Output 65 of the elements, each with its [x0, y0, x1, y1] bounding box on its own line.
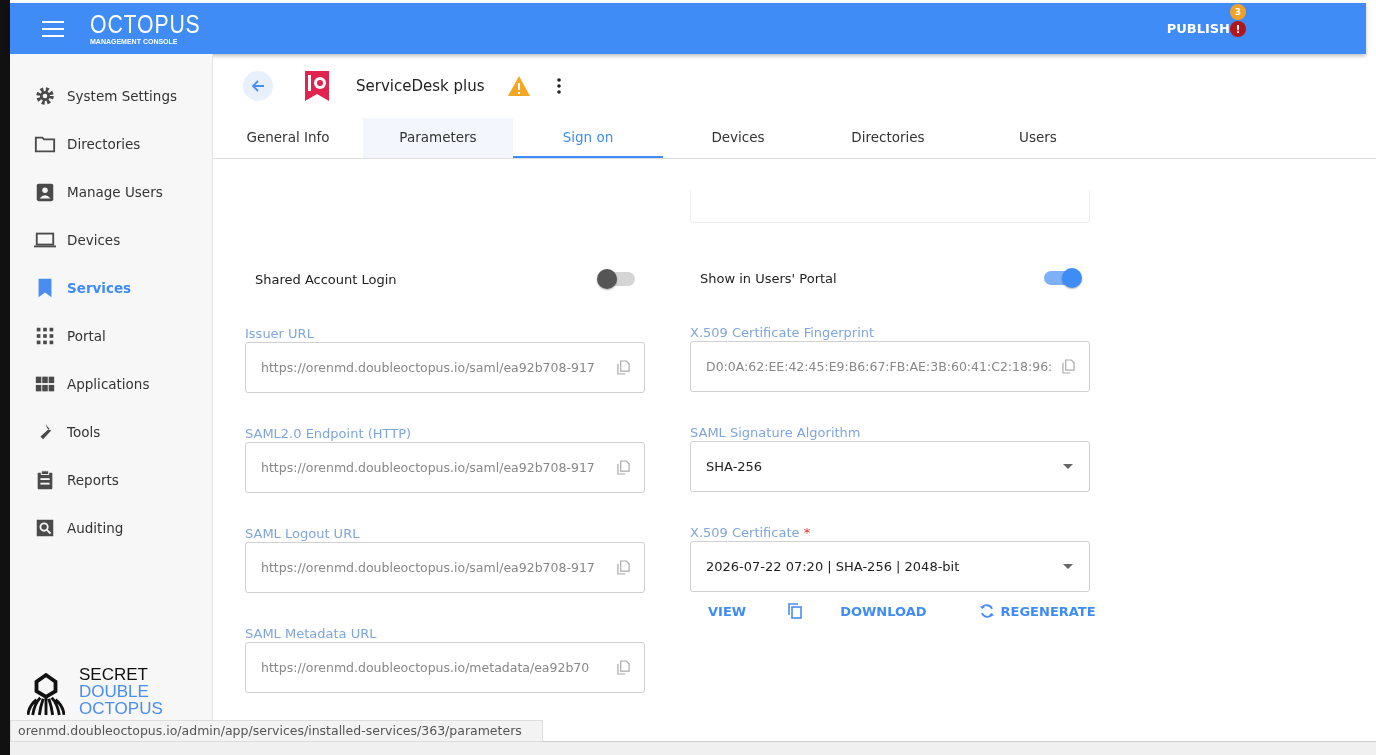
status-url: orenmd.doubleoctopus.io/admin/app/services/installed-services/363/parameters	[10, 720, 543, 742]
tab[interactable]: Users	[963, 118, 1113, 158]
menu-icon[interactable]	[42, 20, 64, 37]
copy-icon[interactable]	[617, 560, 630, 575]
count-badge: 3	[1230, 4, 1246, 20]
sidebar-item[interactable]: Applications	[10, 360, 212, 408]
sidebar-item[interactable]: Auditing	[10, 504, 212, 552]
brand-text-line: DOUBLE	[79, 683, 150, 700]
tab[interactable]: Parameters	[363, 118, 513, 158]
select-field[interactable]: 2026-07-22 07:20 | SHA-256 | 2048-bit	[690, 541, 1090, 592]
octopus-icon	[27, 673, 65, 717]
field-value: https://orenmd.doubleoctopus.io/saml/ea92b708-917	[261, 460, 596, 475]
tab[interactable]: General Info	[213, 118, 363, 158]
input-field[interactable]: https://orenmd.doubleoctopus.io/saml/ea92b708-917	[245, 542, 645, 593]
search-icon	[34, 517, 56, 539]
copy-icon[interactable]	[617, 460, 630, 475]
input-field[interactable]: D0:0A:62:EE:42:45:E9:B6:67:FB:AE:3B:60:41:C2:18:96:	[690, 341, 1090, 392]
field-value: https://orenmd.doubleoctopus.io/metadata/ea92b70	[261, 660, 591, 675]
select-field[interactable]: SHA-256	[690, 441, 1090, 492]
sidebar-item[interactable]: Devices	[10, 216, 212, 264]
brand-text-line: SECRET	[79, 666, 149, 683]
copy-icon[interactable]	[1062, 359, 1075, 374]
back-button[interactable]	[243, 71, 273, 101]
field-value: https://orenmd.doubleoctopus.io/saml/ea92b708-917	[261, 360, 596, 375]
field-label: X.509 Certificate *	[690, 525, 812, 541]
sidebar-item[interactable]: Portal	[10, 312, 212, 360]
refresh-icon	[978, 603, 995, 619]
app-title: OCTOPUS	[90, 12, 201, 37]
saml-logo-icon	[303, 69, 331, 103]
field-label: SAML Metadata URL	[245, 626, 378, 642]
field-label: SAML Signature Algorithm	[690, 425, 862, 441]
field-label: X.509 Certificate Fingerprint	[690, 325, 876, 341]
toggle-switch[interactable]	[1044, 267, 1080, 289]
alert-badge: !	[1230, 21, 1246, 37]
grid-icon	[34, 325, 56, 347]
sidebar-item[interactable]: Tools	[10, 408, 212, 456]
gear-icon	[34, 85, 56, 107]
input-field[interactable]: https://orenmd.doubleoctopus.io/saml/ea92b708-917	[245, 442, 645, 493]
field-value: D0:0A:62:EE:42:45:E9:B6:67:FB:AE:3B:60:41:C2:18:96:	[706, 359, 1052, 374]
sidebar-item[interactable]: System Settings	[10, 72, 212, 120]
copy-icon[interactable]	[617, 360, 630, 375]
tab[interactable]: Devices	[663, 118, 813, 158]
toggle-label: Shared Account Login	[255, 271, 397, 287]
tab[interactable]: Directories	[813, 118, 963, 158]
field-label: Issuer URL	[245, 326, 315, 342]
caret-icon	[1063, 464, 1073, 469]
copy-icon[interactable]	[617, 660, 630, 675]
toggle-label: Show in Users' Portal	[700, 270, 837, 286]
sidebar-item[interactable]: Directories	[10, 120, 212, 168]
input-field[interactable]: https://orenmd.doubleoctopus.io/metadata/ea92b70	[245, 642, 645, 693]
select-value: 2026-07-22 07:20 | SHA-256 | 2048-bit	[706, 559, 961, 574]
field-label: SAML Logout URL	[245, 526, 361, 542]
more-icon[interactable]	[556, 78, 561, 94]
caret-icon	[1063, 564, 1073, 569]
field-value: https://orenmd.doubleoctopus.io/saml/ea92b708-917	[261, 560, 596, 575]
user-card-icon	[34, 181, 56, 203]
arrow-left-icon	[250, 78, 266, 94]
sidebar-item[interactable]: Reports	[10, 456, 212, 504]
field-label: SAML2.0 Endpoint (HTTP)	[245, 426, 413, 442]
toggle-switch[interactable]	[599, 268, 635, 290]
service-title: ServiceDesk plus	[356, 77, 485, 95]
input-field[interactable]: https://orenmd.doubleoctopus.io/saml/ea92b708-917	[245, 342, 645, 393]
brand-text-line: OCTOPUS	[79, 700, 163, 717]
select-value: SHA-256	[706, 459, 764, 474]
sidebar-item[interactable]: Manage Users	[10, 168, 212, 216]
